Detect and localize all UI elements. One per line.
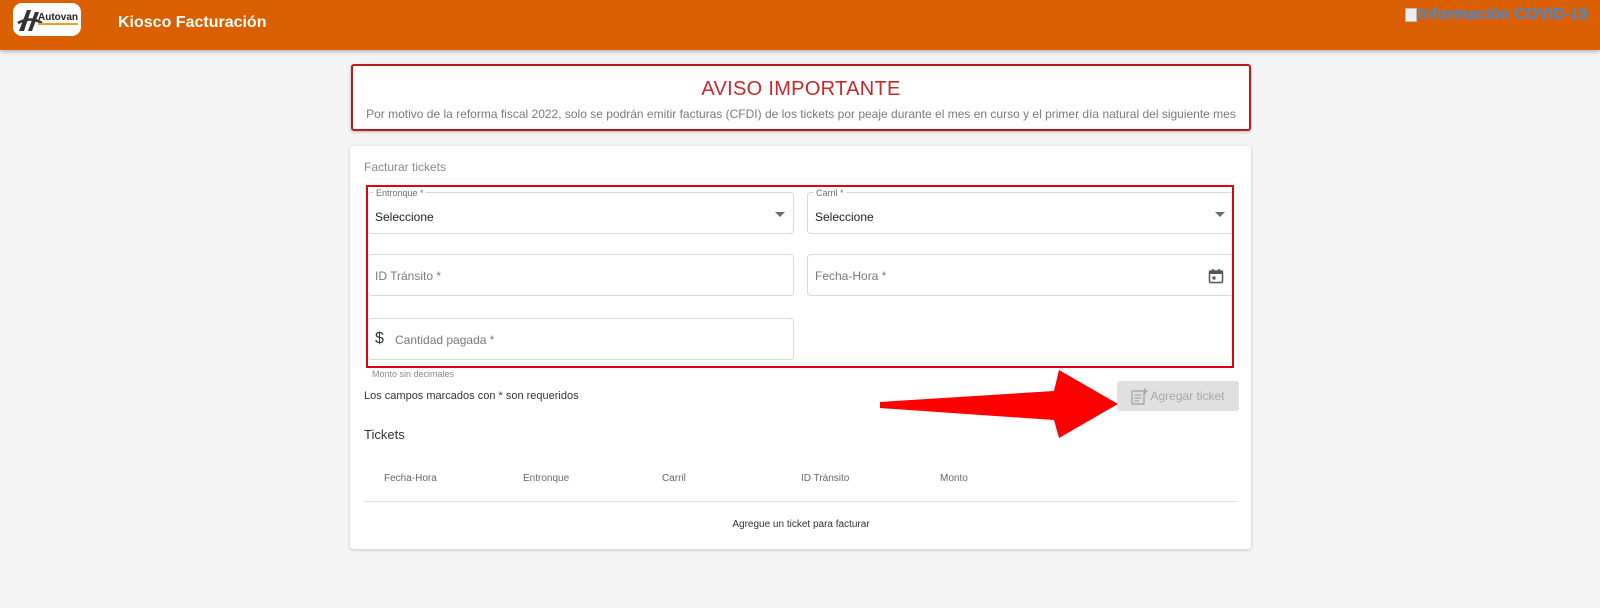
carril-label: Carril * [814,188,846,198]
covid-info-link[interactable]: Información COVID-19 [1405,6,1588,24]
app-title: Kiosco Facturación [118,14,267,31]
column-header[interactable]: Fecha-Hora [384,473,437,484]
important-notice: AVISO IMPORTANTE Por motivo de la reform… [351,64,1251,131]
empty-table-message: Agregue un ticket para facturar [732,519,870,530]
carril-select[interactable]: Carril * Seleccione [807,188,1234,234]
column-header[interactable]: Monto [940,473,968,484]
id-transito-placeholder: ID Tránsito * [375,269,442,283]
fecha-hora-placeholder: Fecha-Hora * [815,269,887,283]
add-ticket-button[interactable]: Agregar ticket [1117,381,1239,411]
autovan-logo[interactable]: Autovan [13,3,81,36]
arrow-annotation [880,370,1118,438]
dropdown-arrow-icon [1215,212,1225,217]
entronque-select[interactable]: Entronque * Seleccione [367,188,794,234]
dropdown-arrow-icon [775,212,785,217]
notice-text: Por motivo de la reforma fiscal 2022, so… [366,107,1236,121]
cantidad-placeholder: Cantidad pagada * [395,333,495,347]
invoice-card: Facturar tickets Entronque * Seleccione … [350,146,1251,549]
dollar-icon: $ [375,330,384,347]
tickets-title: Tickets [364,427,405,442]
tickets-table-header: Fecha-Hora Entronque Carril ID Tránsito … [364,454,1238,502]
entronque-value: Seleccione [375,210,434,224]
column-header[interactable]: ID Tránsito [801,473,849,484]
section-title: Facturar tickets [364,160,447,174]
top-app-bar: Autovan Kiosco Facturación Información C… [0,0,1600,50]
cantidad-pagada-input[interactable]: $ Cantidad pagada * [367,318,794,360]
cantidad-hint: Monto sin decimales [372,369,455,379]
column-header[interactable]: Entronque [523,473,569,484]
fecha-hora-input[interactable]: Fecha-Hora * [807,254,1234,296]
broken-image-icon [1405,8,1417,22]
id-transito-input[interactable]: ID Tránsito * [367,254,794,296]
carril-value: Seleccione [815,210,874,224]
add-ticket-label: Agregar ticket [1150,389,1225,403]
covid-link-text: Información COVID-19 [1418,6,1588,23]
required-fields-note: Los campos marcados con * son requeridos [364,390,579,402]
notice-title: AVISO IMPORTANTE [701,78,901,100]
column-header[interactable]: Carril [662,473,686,484]
calendar-icon[interactable] [1208,268,1224,284]
entronque-label: Entronque * [374,188,426,198]
logo-text: Autovan [38,12,78,25]
add-note-icon [1131,388,1149,405]
